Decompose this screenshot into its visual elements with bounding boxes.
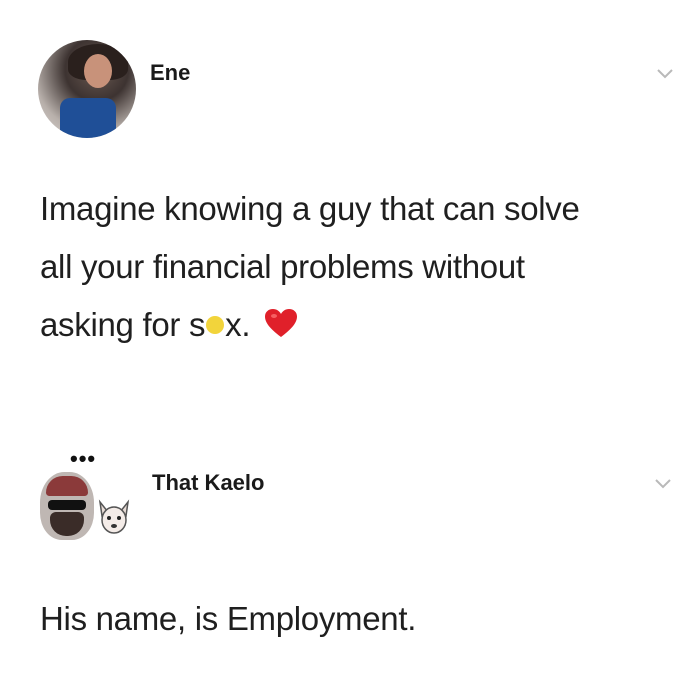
tweet-line: all your financial problems without <box>40 248 525 285</box>
avatar[interactable] <box>40 472 94 540</box>
tweet-line: asking for s x. <box>40 296 680 354</box>
tweet-text: Imagine knowing a guy that can solve all… <box>40 180 680 354</box>
chevron-down-icon[interactable] <box>656 68 674 80</box>
dog-sticker-icon <box>98 499 130 534</box>
author-name[interactable]: That Kaelo <box>152 470 264 496</box>
author-name[interactable]: Ene <box>150 60 190 86</box>
tweet-text: His name, is Employment. <box>40 600 417 637</box>
avatar[interactable] <box>38 40 136 138</box>
chevron-down-icon[interactable] <box>654 478 672 490</box>
tweet-line: Imagine knowing a guy that can solve <box>40 190 580 227</box>
more-dots: ••• <box>70 446 97 471</box>
face-emoji-icon <box>206 316 225 335</box>
red-heart-icon <box>265 309 298 338</box>
